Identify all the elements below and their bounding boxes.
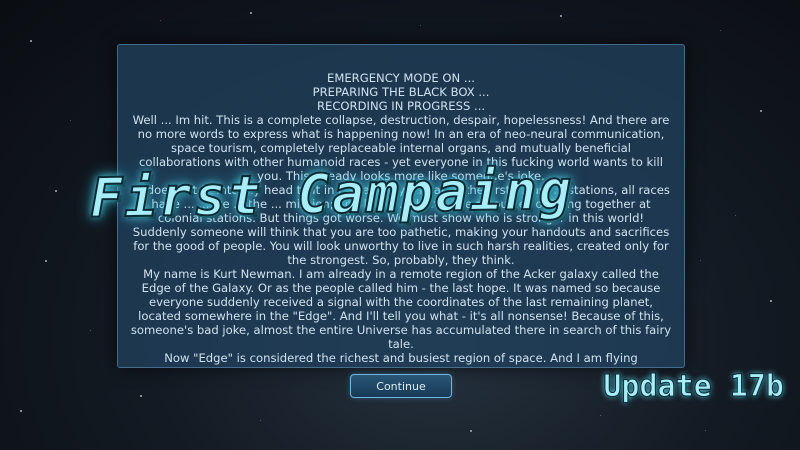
story-paragraph: My name is Kurt Newman. I am already in … [130, 267, 672, 351]
continue-button[interactable]: Continue [350, 374, 452, 398]
update-label: Update 17b [603, 369, 785, 405]
story-header-line: EMERGENCY MODE ON ... [327, 71, 475, 85]
overlay-title: First Campaing [88, 157, 574, 230]
story-header-line: PREPARING THE BLACK BOX ... [312, 85, 490, 99]
story-header-line: RECORDING IN PROGRESS ... [316, 99, 486, 113]
